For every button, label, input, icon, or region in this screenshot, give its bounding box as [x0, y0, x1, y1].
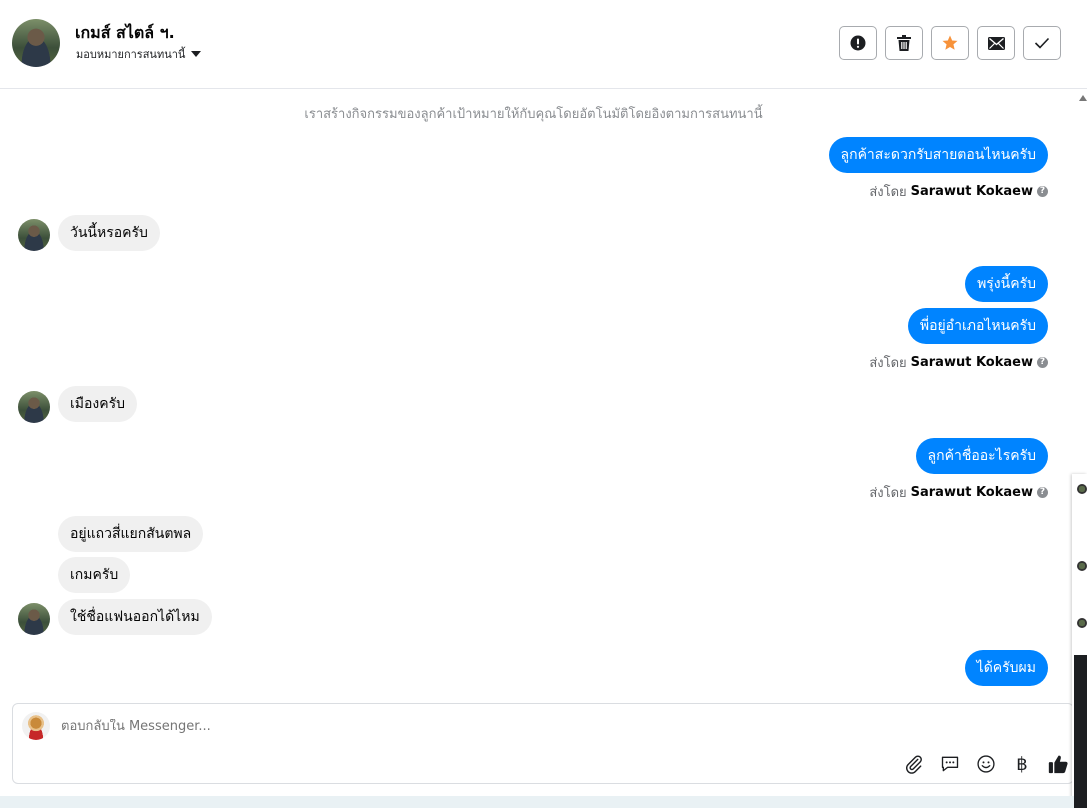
sent-by-prefix: ส่งโดย [869, 356, 907, 371]
side-avatar[interactable] [1077, 618, 1087, 628]
automation-notice: เราสร้างกิจกรรมของลูกค้าเป้าหมายให้กับคุ… [304, 107, 763, 122]
sent-by-label: ส่งโดย Sarawut Kokaew ? [869, 482, 1048, 503]
side-avatar[interactable] [1077, 484, 1087, 494]
emoji-button[interactable] [975, 753, 997, 775]
checkmark-icon [1034, 37, 1050, 49]
contact-avatar-small[interactable] [18, 219, 50, 251]
paperclip-icon [906, 755, 922, 774]
assign-conversation-dropdown[interactable]: มอบหมายการสนทนานี้ [76, 45, 202, 63]
like-button[interactable] [1047, 753, 1069, 775]
outgoing-message[interactable]: ลูกค้าสะดวกรับสายตอนไหนครับ [828, 137, 1048, 173]
sent-by-label: ส่งโดย Sarawut Kokaew ? [869, 352, 1048, 373]
outgoing-message[interactable]: ลูกค้าชื่ออะไรครับ [915, 438, 1048, 474]
assign-label: มอบหมายการสนทนานี้ [76, 48, 186, 61]
envelope-icon [987, 36, 1005, 50]
mark-unread-button[interactable] [977, 26, 1015, 60]
saved-reply-icon [941, 756, 959, 772]
trash-icon [897, 35, 911, 51]
attach-button[interactable] [903, 753, 925, 775]
emoji-icon [977, 755, 995, 773]
chevron-down-icon [191, 51, 202, 57]
contact-avatar[interactable] [12, 19, 60, 67]
exclamation-icon [850, 35, 866, 51]
help-icon[interactable]: ? [1037, 487, 1048, 498]
page-avatar [22, 712, 50, 740]
sent-by-prefix: ส่งโดย [869, 185, 907, 200]
done-button[interactable] [1023, 26, 1061, 60]
incoming-message[interactable]: วันนี้หรอครับ [58, 215, 160, 251]
contact-name[interactable]: เกมส์ สไตล์ ฯ. [75, 21, 175, 46]
incoming-message[interactable]: อยู่แถวสี่แยกสันตพล [58, 516, 204, 552]
contact-avatar-small[interactable] [18, 391, 50, 423]
delete-button[interactable] [885, 26, 923, 60]
incoming-message[interactable]: เกมครับ [58, 557, 131, 593]
saved-reply-button[interactable] [939, 753, 961, 775]
sent-by-prefix: ส่งโดย [869, 486, 907, 501]
conversation-header: เกมส์ สไตล์ ฯ. มอบหมายการสนทนานี้ [0, 0, 1087, 89]
side-panel-dark [1074, 655, 1087, 808]
spam-button[interactable] [839, 26, 877, 60]
outgoing-message[interactable]: ได้ครับผม [964, 650, 1048, 686]
help-icon[interactable]: ? [1037, 186, 1048, 197]
reply-input[interactable] [61, 719, 761, 734]
incoming-message[interactable]: ใช้ชื่อแฟนออกได้ไหม [58, 599, 212, 635]
star-icon [942, 35, 958, 50]
thumbs-up-icon [1048, 755, 1068, 774]
scroll-up-arrow-icon[interactable] [1079, 95, 1087, 101]
reply-composer: ฿ [12, 703, 1074, 784]
payment-button[interactable]: ฿ [1011, 753, 1033, 775]
header-actions [839, 26, 1061, 60]
composer-tools: ฿ [903, 753, 1069, 775]
currency-icon: ฿ [1016, 753, 1028, 775]
sender-name: Sarawut Kokaew [910, 355, 1033, 370]
outgoing-message[interactable]: พี่อยู่อำเภอไหนครับ [907, 308, 1048, 344]
bottom-strip [0, 796, 1074, 808]
sender-name: Sarawut Kokaew [910, 184, 1033, 199]
outgoing-message[interactable]: พรุ่งนี้ครับ [965, 266, 1048, 302]
star-button[interactable] [931, 26, 969, 60]
side-avatar[interactable] [1077, 561, 1087, 571]
help-icon[interactable]: ? [1037, 357, 1048, 368]
sender-name: Sarawut Kokaew [910, 485, 1033, 500]
incoming-message[interactable]: เมืองครับ [58, 386, 138, 422]
contact-avatar-small[interactable] [18, 603, 50, 635]
sent-by-label: ส่งโดย Sarawut Kokaew ? [869, 181, 1048, 202]
